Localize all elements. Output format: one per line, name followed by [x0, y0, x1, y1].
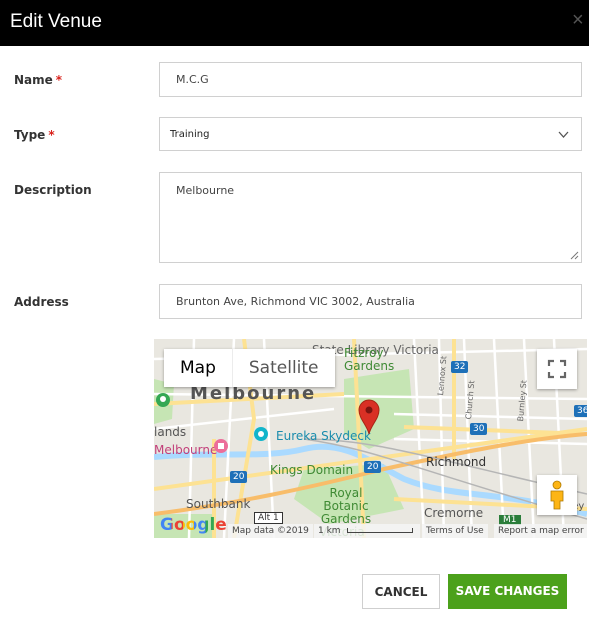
map-scale-bar: [347, 528, 414, 533]
fullscreen-icon: [547, 359, 567, 379]
map-label-cremorne: Cremorne: [424, 506, 484, 520]
location-pin-icon[interactable]: [358, 399, 380, 435]
map-label-lands: lands: [154, 425, 187, 439]
attraction-icon: [254, 427, 268, 441]
type-label-text: Type: [14, 128, 46, 142]
road-shield: 20: [364, 461, 382, 473]
pegman-icon: [550, 480, 564, 510]
close-icon[interactable]: ×: [572, 10, 584, 30]
type-select[interactable]: Training: [159, 117, 582, 151]
address-label: Address: [14, 295, 69, 309]
road-shield: Alt 1: [254, 512, 283, 524]
name-input[interactable]: M.C.G: [159, 62, 582, 97]
map-label-eureka: Eureka Skydeck: [276, 429, 371, 443]
chevron-down-icon: [558, 131, 569, 138]
location-map[interactable]: State Library Victoria Melbourne Fitzroy…: [154, 339, 587, 538]
road-shield: 32: [451, 361, 469, 373]
type-label: Type *: [14, 128, 55, 142]
address-value: Brunton Ave, Richmond VIC 3002, Australi…: [176, 295, 415, 308]
road-shield: 20: [230, 471, 248, 483]
edit-venue-modal: Edit Venue × Name * M.C.G Type * Training …: [0, 0, 589, 621]
map-label-southbank: Southbank: [186, 497, 251, 511]
name-label: Name *: [14, 73, 62, 87]
address-input[interactable]: Brunton Ave, Richmond VIC 3002, Australi…: [159, 284, 582, 319]
map-type-map-button[interactable]: Map: [164, 349, 232, 387]
road-shield: 30: [470, 423, 488, 435]
street-view-button[interactable]: [537, 475, 577, 515]
fullscreen-button[interactable]: [537, 349, 577, 389]
google-logo-text: Google: [160, 515, 227, 535]
required-mark: *: [48, 128, 55, 142]
map-type-control: Map Satellite: [164, 349, 335, 387]
map-scale-label: 1 km: [318, 526, 341, 536]
modal-title: Edit Venue: [10, 11, 102, 32]
shopping-icon: [214, 439, 228, 453]
description-value: Melbourne: [176, 184, 235, 197]
description-label: Description: [14, 183, 92, 197]
save-changes-button[interactable]: SAVE CHANGES: [448, 574, 567, 609]
map-attribution: Map data ©2019: [228, 524, 313, 538]
google-logo: Google: [160, 515, 227, 535]
road-shield: 36: [574, 405, 587, 417]
type-value: Training: [170, 129, 210, 140]
report-map-error-link[interactable]: Report a map error: [494, 524, 587, 538]
map-label-fitzroy-gardens: Fitzroy Gardens: [344, 346, 395, 373]
modal-header: Edit Venue ×: [0, 0, 589, 46]
description-textarea[interactable]: Melbourne: [159, 172, 582, 263]
cancel-button[interactable]: CANCEL: [362, 574, 440, 609]
park-icon: [156, 393, 170, 407]
map-type-satellite-button[interactable]: Satellite: [231, 349, 335, 387]
map-scale[interactable]: 1 km: [314, 524, 420, 538]
map-label-melbourne-pink: Melbourne: [154, 443, 218, 457]
name-value: M.C.G: [176, 73, 209, 86]
map-label-richmond: Richmond: [426, 455, 487, 469]
terms-link[interactable]: Terms of Use: [422, 524, 488, 538]
map-label-kings-domain: Kings Domain: [270, 463, 354, 477]
required-mark: *: [55, 73, 63, 87]
resize-grip-icon[interactable]: [570, 251, 579, 260]
name-label-text: Name: [14, 73, 53, 87]
